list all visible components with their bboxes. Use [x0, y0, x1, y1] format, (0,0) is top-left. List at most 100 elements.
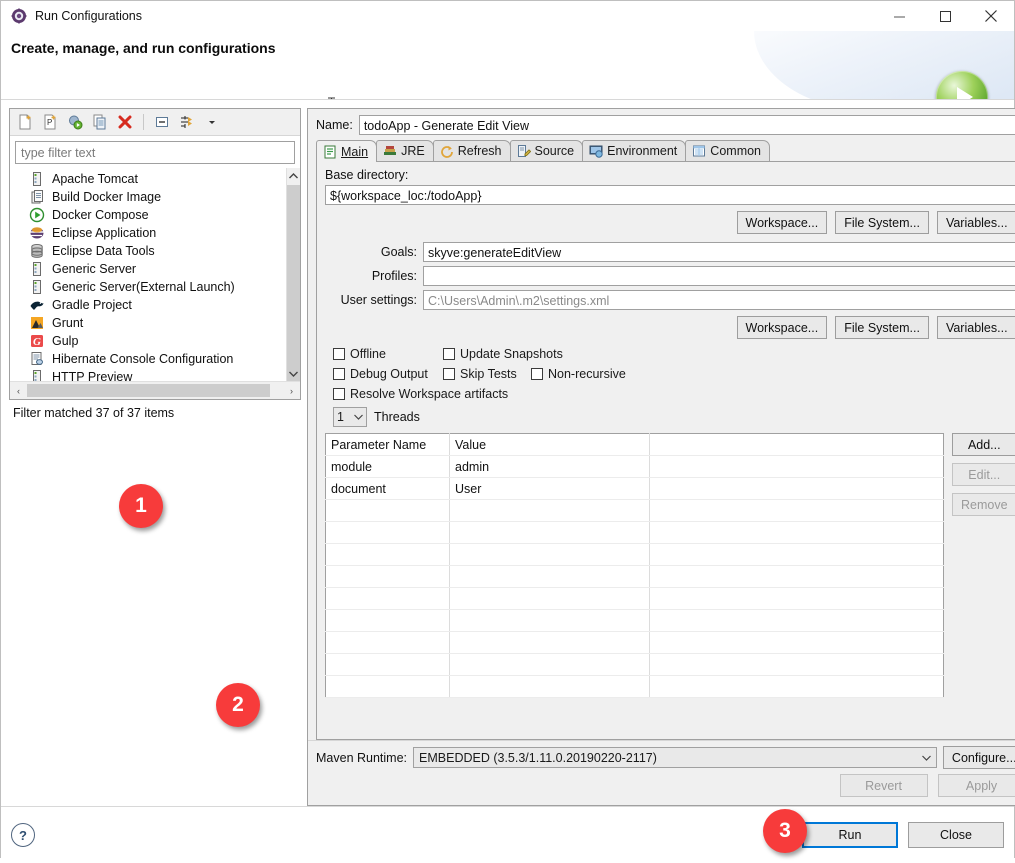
tree-item[interactable]: Gradle Project — [10, 296, 287, 314]
table-cell[interactable] — [325, 565, 450, 588]
tab-jre[interactable]: JRE — [376, 140, 434, 161]
table-cell[interactable] — [649, 675, 944, 698]
table-cell[interactable] — [325, 609, 450, 632]
tree-item[interactable]: Eclipse Application — [10, 224, 287, 242]
table-row[interactable]: document User — [325, 477, 944, 500]
table-cell[interactable]: User — [449, 477, 650, 500]
tree-item[interactable]: Docker Compose — [10, 206, 287, 224]
table-cell[interactable] — [449, 653, 650, 676]
tree-item[interactable]: Generic Server(External Launch) — [10, 278, 287, 296]
table-row[interactable] — [325, 587, 944, 610]
table-cell[interactable] — [325, 653, 450, 676]
profiles-input[interactable] — [423, 266, 1015, 286]
tab-refresh[interactable]: Refresh — [432, 140, 511, 161]
tree-item[interactable]: G Gulp — [10, 332, 287, 350]
help-icon[interactable]: ? — [11, 823, 35, 847]
variables-button-dir[interactable]: Variables... — [936, 211, 1015, 234]
scroll-down-icon[interactable] — [287, 366, 300, 381]
table-row[interactable] — [325, 499, 944, 522]
tree-item[interactable]: Grunt — [10, 314, 287, 332]
scroll-right-icon[interactable]: › — [283, 386, 300, 396]
base-directory-input[interactable]: ${workspace_loc:/todoApp} — [325, 185, 1015, 205]
scroll-left-icon[interactable]: ‹ — [10, 386, 27, 396]
table-cell[interactable] — [649, 609, 944, 632]
scroll-up-icon[interactable] — [287, 168, 300, 183]
export-icon[interactable] — [64, 111, 86, 133]
table-cell[interactable] — [649, 587, 944, 610]
tree-vertical-scrollbar[interactable] — [286, 168, 300, 381]
file-system-button-dir[interactable]: File System... — [835, 211, 929, 234]
table-cell[interactable] — [449, 587, 650, 610]
non-recursive-checkbox[interactable]: Non-recursive — [531, 367, 626, 381]
tab-common[interactable]: Common — [685, 140, 771, 161]
tab-environment[interactable]: Environment — [582, 140, 687, 161]
tree-horizontal-scrollbar[interactable]: ‹ › — [10, 381, 300, 399]
add-parameter-button[interactable]: Add... — [952, 433, 1015, 456]
table-cell[interactable] — [325, 499, 450, 522]
new-configuration-icon[interactable] — [14, 111, 36, 133]
tab-source[interactable]: Source — [509, 140, 584, 161]
skip-tests-checkbox[interactable]: Skip Tests — [443, 367, 531, 381]
table-cell[interactable] — [649, 455, 944, 478]
table-row[interactable] — [325, 653, 944, 676]
tree-item[interactable]: Generic Server — [10, 260, 287, 278]
parameters-table[interactable]: Parameter Name Value module admin document Us… — [325, 433, 944, 698]
close-button[interactable] — [968, 1, 1014, 31]
resolve-workspace-artifacts-checkbox[interactable]: Resolve Workspace artifacts — [333, 387, 508, 401]
table-cell[interactable] — [449, 521, 650, 544]
table-row[interactable]: module admin — [325, 455, 944, 478]
table-cell[interactable]: module — [325, 455, 450, 478]
table-cell[interactable] — [649, 543, 944, 566]
table-row[interactable] — [325, 609, 944, 632]
tree-item[interactable]: Hibernate Console Configuration — [10, 350, 287, 368]
maven-runtime-combo[interactable]: EMBEDDED (3.5.3/1.11.0.20190220-2117) — [413, 747, 937, 768]
configure-button[interactable]: Configure... — [942, 746, 1015, 769]
tab-main[interactable]: Main — [316, 140, 378, 162]
table-cell[interactable] — [649, 499, 944, 522]
table-row[interactable] — [325, 565, 944, 588]
workspace-button-dir[interactable]: Workspace... — [736, 211, 828, 234]
table-cell[interactable] — [449, 675, 650, 698]
goals-input[interactable]: skyve:generateEditView — [423, 242, 1015, 262]
table-cell[interactable] — [449, 499, 650, 522]
table-cell[interactable] — [449, 543, 650, 566]
workspace-button-settings[interactable]: Workspace... — [736, 316, 828, 339]
tree-item[interactable]: HTTP Preview — [10, 368, 287, 381]
table-cell[interactable] — [325, 587, 450, 610]
variables-button-settings[interactable]: Variables... — [936, 316, 1015, 339]
table-cell[interactable] — [449, 631, 650, 654]
collapse-all-icon[interactable] — [151, 111, 173, 133]
table-row[interactable] — [325, 631, 944, 654]
table-cell[interactable]: document — [325, 477, 450, 500]
user-settings-input[interactable]: C:\Users\Admin\.m2\settings.xml — [423, 290, 1015, 310]
maximize-button[interactable] — [922, 1, 968, 31]
new-prototype-icon[interactable]: P — [39, 111, 61, 133]
duplicate-icon[interactable] — [89, 111, 111, 133]
minimize-button[interactable] — [876, 1, 922, 31]
table-cell[interactable]: admin — [449, 455, 650, 478]
delete-icon[interactable] — [114, 111, 136, 133]
run-button[interactable]: Run — [802, 822, 898, 848]
file-system-button-settings[interactable]: File System... — [835, 316, 929, 339]
table-cell[interactable] — [649, 521, 944, 544]
table-row[interactable] — [325, 543, 944, 566]
close-button-footer[interactable]: Close — [908, 822, 1004, 848]
table-cell[interactable] — [325, 543, 450, 566]
table-cell[interactable] — [449, 565, 650, 588]
name-input[interactable]: todoApp - Generate Edit View — [358, 115, 1015, 135]
table-cell[interactable] — [649, 477, 944, 500]
table-cell[interactable] — [649, 653, 944, 676]
tree-item[interactable]: Apache Tomcat — [10, 170, 287, 188]
offline-checkbox[interactable]: Offline — [333, 347, 443, 361]
tree-item[interactable]: Eclipse Data Tools — [10, 242, 287, 260]
table-row[interactable] — [325, 521, 944, 544]
table-cell[interactable] — [325, 521, 450, 544]
table-cell[interactable] — [449, 609, 650, 632]
view-menu-chevron-icon[interactable] — [201, 111, 223, 133]
filter-icon[interactable] — [176, 111, 198, 133]
tree-hscroll-thumb[interactable] — [27, 384, 270, 397]
threads-spinner[interactable]: 1 — [333, 407, 367, 427]
update-snapshots-checkbox[interactable]: Update Snapshots — [443, 347, 563, 361]
table-cell[interactable] — [649, 565, 944, 588]
tree-scroll-thumb[interactable] — [287, 185, 300, 381]
